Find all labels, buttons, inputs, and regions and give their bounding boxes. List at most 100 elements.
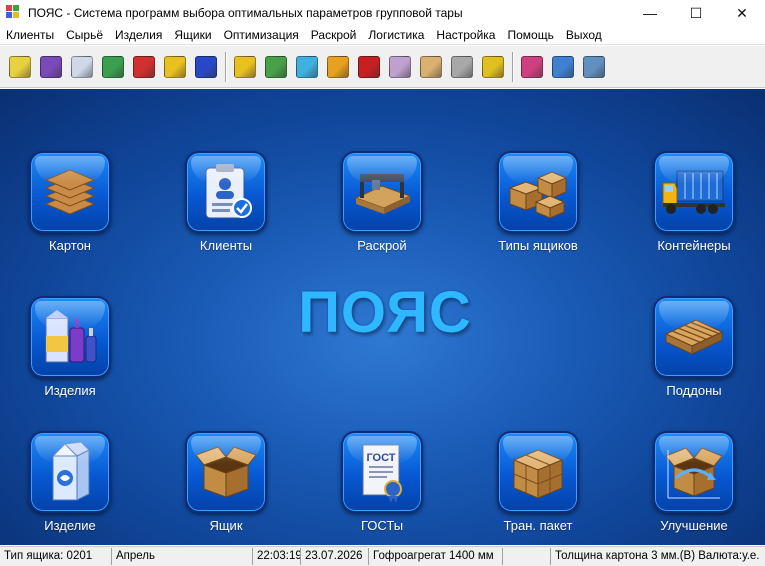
main-panel: ПОЯС Картон Клиенты Раскрой Типы ящиков Конт… — [0, 89, 765, 545]
toolbar-button[interactable] — [580, 53, 607, 81]
tile-box-improvement[interactable]: Улучшение — [634, 431, 754, 545]
open-box-icon[interactable] — [185, 431, 267, 513]
toolbar-button[interactable] — [6, 53, 33, 81]
window-title: ПОЯС - Система программ выбора оптимальн… — [28, 6, 463, 20]
toolbar-button[interactable] — [231, 53, 258, 81]
toolbar-button[interactable] — [130, 53, 157, 81]
tile-container-truck[interactable]: Контейнеры — [634, 151, 754, 271]
chart-ab-icon — [551, 55, 574, 78]
form-icon — [70, 55, 93, 78]
minimize-button[interactable]: — — [627, 0, 673, 26]
tile-label: Типы ящиков — [498, 238, 578, 253]
tile-label: Изделие — [44, 518, 96, 533]
toolbar-button[interactable] — [68, 53, 95, 81]
status-bar: Тип ящика: 0201 Апрель 22:03:19 23.07.20… — [0, 546, 765, 566]
download-red-icon — [357, 55, 380, 78]
toolbar-button[interactable] — [518, 53, 545, 81]
status-date: 23.07.2026 — [301, 548, 369, 565]
cycle-icon — [101, 55, 124, 78]
title-bar: ПОЯС - Система программ выбора оптимальн… — [0, 0, 765, 26]
logo-text: ПОЯС — [298, 280, 472, 345]
status-box-type: Тип ящика: 0201 — [0, 548, 112, 565]
tile-label: Картон — [49, 238, 91, 253]
menu-item[interactable]: Настройка — [430, 26, 501, 45]
toolbar-button[interactable] — [293, 53, 320, 81]
maximize-button[interactable]: ☐ — [673, 0, 719, 26]
tile-label: Ящик — [209, 518, 243, 533]
tile-label: Изделия — [44, 383, 96, 398]
svg-text:ГОСТ: ГОСТ — [366, 452, 395, 464]
tile-gost-certificate[interactable]: ГОСТ ГОСТы — [322, 431, 442, 545]
toolbar-button[interactable] — [262, 53, 289, 81]
bottles-icon — [132, 55, 155, 78]
toolbar — [0, 46, 765, 88]
tile-products-bottles[interactable]: Изделия — [10, 296, 130, 416]
menu-item[interactable]: Клиенты — [0, 26, 60, 45]
status-time: 22:03:19 — [253, 548, 301, 565]
flask-icon — [194, 55, 217, 78]
box-types-icon[interactable] — [497, 151, 579, 233]
forklift-icon — [481, 55, 504, 78]
toolbar-button[interactable] — [37, 53, 64, 81]
milk-carton-icon[interactable] — [29, 431, 111, 513]
tile-label: ГОСТы — [360, 518, 404, 533]
box-blue-icon — [233, 55, 256, 78]
tile-transport-pack[interactable]: Тран. пакет — [478, 431, 598, 545]
app-window: ПОЯС - Система программ выбора оптимальн… — [0, 0, 765, 566]
menu-item[interactable]: Ящики — [168, 26, 217, 45]
carton-stack-icon — [419, 55, 442, 78]
gost-certificate-icon[interactable]: ГОСТ — [341, 431, 423, 513]
tile-label: Поддоны — [666, 383, 722, 398]
status-thickness: Толщина картона 3 мм.(В) Валюта:у.е. — [555, 550, 760, 562]
cardboard-sheets-icon[interactable] — [29, 151, 111, 233]
toolbar-button[interactable] — [417, 53, 444, 81]
cutting-machine-icon[interactable] — [341, 151, 423, 233]
toolbar-button[interactable] — [355, 53, 382, 81]
toolbar-button[interactable] — [549, 53, 576, 81]
products-bottles-icon[interactable] — [29, 296, 111, 378]
tile-label: Улучшение — [660, 518, 728, 533]
status-month: Апрель — [112, 548, 253, 565]
factory-icon — [39, 55, 62, 78]
tile-label: Раскрой — [357, 238, 407, 253]
tile-cardboard-sheets[interactable]: Картон — [10, 151, 130, 271]
toolbar-separator — [225, 51, 227, 82]
menu-item[interactable]: Сырьё — [60, 26, 109, 45]
pallet-stack-icon — [388, 55, 411, 78]
container-truck-icon[interactable] — [653, 151, 735, 233]
close-button[interactable]: ✕ — [719, 0, 765, 26]
report-icon — [582, 55, 605, 78]
tile-cutting-machine[interactable]: Раскрой — [322, 151, 442, 271]
toolbar-button[interactable] — [99, 53, 126, 81]
tile-label: Клиенты — [199, 238, 253, 253]
paper-roll-icon — [8, 55, 31, 78]
box-lightning-icon — [163, 55, 186, 78]
toolbar-button[interactable] — [479, 53, 506, 81]
toolbar-button[interactable] — [448, 53, 475, 81]
box-improvement-icon[interactable] — [653, 431, 735, 513]
tile-client-clipboard[interactable]: Клиенты — [166, 151, 286, 271]
menu-item[interactable]: Раскрой — [305, 26, 363, 45]
menu-item[interactable]: Помощь — [501, 26, 559, 45]
crystal-icon — [295, 55, 318, 78]
client-clipboard-icon[interactable] — [185, 151, 267, 233]
tile-milk-carton[interactable]: Изделие — [10, 431, 130, 545]
tile-open-box[interactable]: Ящик — [166, 431, 286, 545]
tile-label: Тран. пакет — [503, 518, 573, 533]
toolbar-button[interactable] — [161, 53, 188, 81]
toolbar-button[interactable] — [386, 53, 413, 81]
toolbar-button[interactable] — [192, 53, 219, 81]
tile-pallet[interactable]: Поддоны — [634, 296, 754, 416]
bricks-icon — [326, 55, 349, 78]
app-icon — [6, 5, 22, 21]
menu-item[interactable]: Изделия — [109, 26, 168, 45]
toolbar-separator — [512, 51, 514, 82]
toolbar-button[interactable] — [324, 53, 351, 81]
pallet-icon[interactable] — [653, 296, 735, 378]
tile-box-types[interactable]: Типы ящиков — [478, 151, 598, 271]
tile-label: Контейнеры — [657, 238, 731, 253]
transport-pack-icon[interactable] — [497, 431, 579, 513]
menu-item[interactable]: Логистика — [362, 26, 430, 45]
menu-item[interactable]: Оптимизация — [218, 26, 305, 45]
menu-item[interactable]: Выход — [560, 26, 608, 45]
